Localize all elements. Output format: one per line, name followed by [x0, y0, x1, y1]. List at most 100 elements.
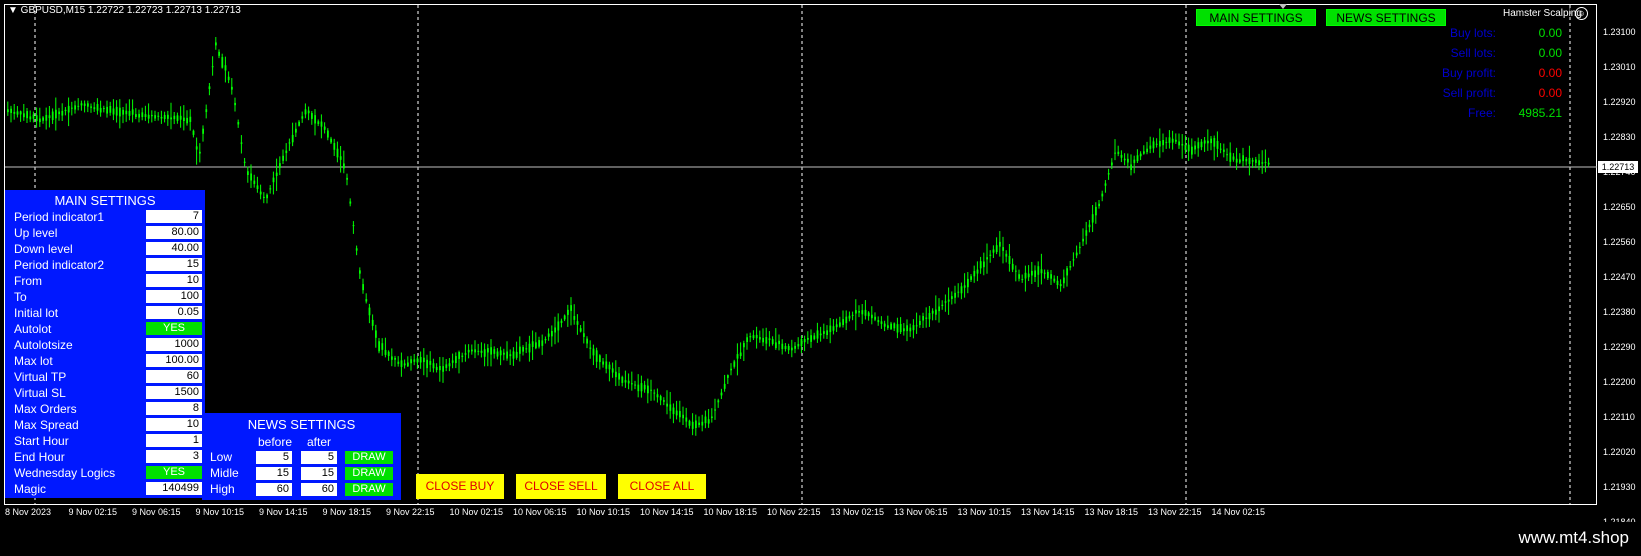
- setting-input[interactable]: 8: [146, 402, 202, 415]
- setting-input[interactable]: 0.05: [146, 306, 202, 319]
- candle-body: [71, 107, 73, 109]
- candle-body: [234, 102, 236, 106]
- candle-body: [1015, 270, 1017, 272]
- setting-input[interactable]: 1: [146, 434, 202, 447]
- main-settings-toggle-button[interactable]: MAIN SETTINGS: [1196, 9, 1316, 26]
- close-all-button[interactable]: CLOSE ALL: [618, 474, 706, 499]
- candle-body: [458, 352, 460, 359]
- time-tick-label: 10 Nov 10:15: [576, 507, 631, 517]
- stat-value: 0.00: [1538, 26, 1562, 40]
- time-tick-label: 13 Nov 22:15: [1148, 507, 1202, 517]
- setting-input[interactable]: 140499: [146, 482, 202, 495]
- news-after-input[interactable]: 60: [301, 483, 337, 496]
- candle-body: [1027, 273, 1030, 278]
- time-tick-label: 13 Nov 06:15: [894, 507, 948, 517]
- setting-input[interactable]: 3: [146, 450, 202, 463]
- setting-input[interactable]: 80.00: [146, 226, 202, 239]
- setting-toggle[interactable]: YES: [146, 466, 202, 479]
- candle-body: [752, 335, 755, 339]
- news-before-input[interactable]: 15: [256, 467, 292, 480]
- setting-row: Wednesday Logics YES: [5, 465, 205, 481]
- candle-body: [199, 151, 201, 154]
- candle-body: [675, 410, 678, 416]
- setting-input[interactable]: 10: [146, 274, 202, 287]
- candle-body: [224, 65, 227, 71]
- footer-bar: www.mt4.shop: [0, 522, 1641, 556]
- setting-input[interactable]: 7: [146, 210, 202, 223]
- setting-input[interactable]: 40.00: [146, 242, 202, 255]
- candle-body: [1210, 138, 1212, 144]
- candle-body: [477, 350, 480, 352]
- news-draw-button[interactable]: DRAW: [345, 451, 393, 464]
- candle-body: [643, 384, 646, 390]
- candle-body: [1047, 271, 1049, 279]
- price-tick-label: 1.22560: [1603, 237, 1636, 247]
- candle-body: [893, 323, 896, 329]
- candle-body: [976, 269, 979, 274]
- candle-body: [432, 363, 435, 369]
- candle-body: [371, 319, 374, 326]
- candle-body: [400, 360, 403, 367]
- setting-input[interactable]: 100: [146, 290, 202, 303]
- candle-body: [1005, 253, 1008, 257]
- candle-body: [13, 111, 16, 114]
- setting-input[interactable]: 60: [146, 370, 202, 383]
- setting-label: Max Spread: [14, 418, 79, 432]
- candle-body: [1178, 141, 1180, 146]
- news-after-input[interactable]: 15: [301, 467, 337, 480]
- candle-body: [1181, 143, 1184, 146]
- news-before-input[interactable]: 60: [256, 483, 292, 496]
- setting-input[interactable]: 10: [146, 418, 202, 431]
- candle-body: [797, 343, 800, 347]
- candle-body: [1091, 214, 1094, 223]
- candle-body: [602, 361, 604, 365]
- close-buy-button[interactable]: CLOSE BUY: [416, 474, 504, 499]
- setting-input[interactable]: 15: [146, 258, 202, 271]
- setting-row: Up level 80.00: [5, 225, 205, 241]
- candle-body: [368, 307, 371, 316]
- price-tick-label: 1.22200: [1603, 377, 1636, 387]
- symbol-header: ▼ GBPUSD,M15 1.22722 1.22723 1.22713 1.2…: [8, 5, 241, 16]
- news-after-input[interactable]: 5: [301, 451, 337, 464]
- news-draw-button[interactable]: DRAW: [345, 483, 393, 496]
- candle-body: [291, 134, 294, 143]
- candle-body: [659, 396, 662, 401]
- candle-body: [474, 349, 476, 353]
- candle-body: [813, 335, 816, 340]
- candle-body: [416, 358, 419, 363]
- candle-body: [717, 400, 720, 403]
- candle-body: [883, 323, 886, 327]
- candle-body: [531, 341, 534, 347]
- setting-label: Virtual TP: [14, 370, 67, 384]
- candle-body: [176, 115, 179, 121]
- setting-toggle[interactable]: YES: [146, 322, 202, 335]
- close-sell-button[interactable]: CLOSE SELL: [516, 474, 606, 499]
- candle-body: [442, 366, 444, 372]
- candle-body: [391, 356, 393, 360]
- candle-body: [1267, 162, 1270, 165]
- candle-body: [426, 359, 428, 369]
- candle-body: [855, 310, 857, 314]
- setting-input[interactable]: 100.00: [146, 354, 202, 367]
- candle-body: [1011, 263, 1014, 270]
- candle-body: [1187, 144, 1190, 152]
- candle-body: [445, 364, 448, 368]
- news-draw-button[interactable]: DRAW: [345, 467, 393, 480]
- candle-body: [1018, 274, 1020, 279]
- setting-input[interactable]: 1000: [146, 338, 202, 351]
- candle-body: [618, 373, 620, 380]
- setting-row: From 10: [5, 273, 205, 289]
- candle-body: [208, 86, 211, 90]
- candle-body: [1152, 141, 1155, 149]
- news-before-input[interactable]: 5: [256, 451, 292, 464]
- time-tick-label: 10 Nov 14:15: [640, 507, 694, 517]
- news-settings-toggle-button[interactable]: NEWS SETTINGS: [1326, 9, 1446, 26]
- candle-body: [1037, 266, 1040, 275]
- candle-body: [749, 336, 752, 338]
- candle-body: [1175, 139, 1177, 142]
- candle-body: [250, 173, 252, 181]
- setting-input[interactable]: 1500: [146, 386, 202, 399]
- news-row-label: Low: [210, 450, 233, 464]
- candle-body: [560, 320, 563, 323]
- candle-body: [227, 76, 230, 81]
